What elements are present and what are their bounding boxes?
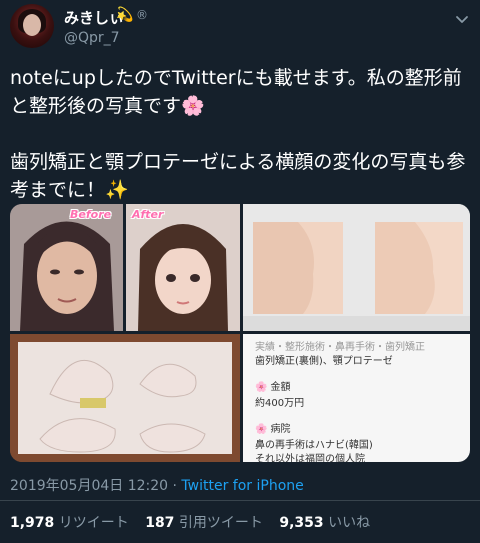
profile-photos[interactable] [243, 204, 470, 331]
dental-molds-photo[interactable] [10, 334, 240, 462]
flower-icon: 🌸 [255, 382, 268, 393]
likes-stat[interactable]: 9,353 いいね [279, 515, 370, 531]
surgery-info-document[interactable]: 実績・整形施術・鼻再手術・歯列矯正 歯列矯正(裏側)、顎プロテーゼ 🌸 金額 約4… [243, 334, 470, 462]
avatar[interactable] [10, 4, 54, 48]
before-tag: Before [70, 208, 112, 221]
doc-line-cost: 約400万円 [255, 398, 305, 409]
chevron-down-icon[interactable] [454, 12, 470, 28]
timestamp[interactable]: 2019年05月04日 12:20 [10, 478, 168, 494]
display-name[interactable]: みきしぃ [64, 7, 124, 28]
after-tag: After [132, 208, 164, 221]
profile-image [243, 204, 470, 331]
before-face-image [10, 204, 123, 331]
flower-icon: 🌸 [255, 424, 268, 435]
media-grid[interactable]: Before After 実績・整形施術・鼻再手術・歯列矯正 歯列矯正(裏側)、… [10, 204, 470, 462]
doc-line-hospital-a: 鼻の再手術はハナビ(韓国) [255, 440, 373, 451]
doc-heading-cost: 🌸 金額 [255, 382, 291, 393]
registered-mark: ® [136, 8, 148, 22]
quotes-stat[interactable]: 187 引用ツイート [145, 515, 263, 531]
avatar-face [23, 14, 41, 36]
dental-molds-image [10, 334, 240, 462]
after-photo[interactable]: After [126, 204, 240, 331]
tweet-stats: 1,978 リツイート 187 引用ツイート 9,353 いいね [10, 512, 370, 532]
after-face-image [126, 204, 240, 331]
doc-line-orthodontics: 歯列矯正(裏側)、顎プロテーゼ [255, 356, 393, 367]
meta-separator: · [172, 478, 177, 494]
wave-icon: 💫 [116, 7, 134, 23]
doc-line-hospital-b: それ以外は福岡の個人院 [255, 454, 365, 462]
divider [0, 500, 480, 501]
source-link[interactable]: Twitter for iPhone [181, 478, 303, 494]
tweet-header: みきしぃ 💫 ® @Qpr_7 [0, 0, 480, 56]
doc-cropped-line: 実績・整形施術・鼻再手術・歯列矯正 [255, 342, 425, 353]
doc-heading-hospital: 🌸 病院 [255, 424, 291, 435]
before-photo[interactable]: Before [10, 204, 123, 331]
tweet-text: noteにupしたのでTwitterにも載せます。私の整形前と整形後の写真です🌸… [10, 67, 466, 201]
retweets-stat[interactable]: 1,978 リツイート [10, 515, 129, 531]
user-handle[interactable]: @Qpr_7 [64, 30, 120, 46]
tweet-meta: 2019年05月04日 12:20 · Twitter for iPhone [10, 475, 304, 495]
